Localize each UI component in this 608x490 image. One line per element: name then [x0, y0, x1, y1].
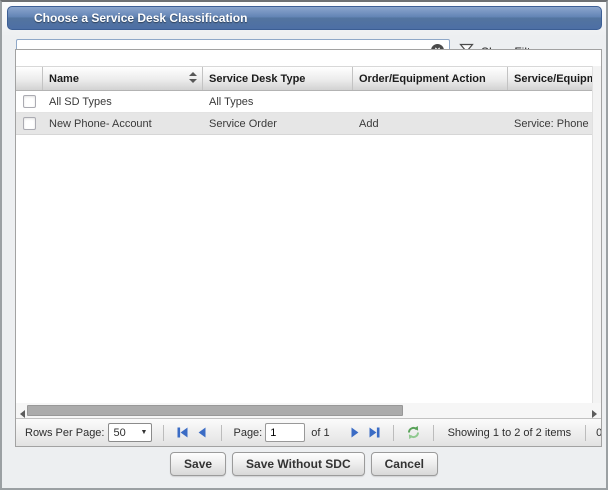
save-without-sdc-button[interactable]: Save Without SDC	[232, 452, 365, 476]
rows-per-page-value: 50	[113, 427, 125, 439]
page-number-input[interactable]	[265, 423, 305, 442]
header-name[interactable]: Name	[43, 67, 203, 90]
row-checkbox-cell	[16, 113, 43, 134]
chevron-down-icon: ▼	[141, 429, 148, 436]
showing-items-text: Showing 1 to 2 of 2 items	[448, 427, 572, 439]
table-row[interactable]: New Phone- Account Service Order Add Ser…	[16, 113, 601, 135]
cell-service-equipment: Service: Phone - Ph	[508, 113, 601, 134]
row-checkbox[interactable]	[23, 95, 36, 108]
cell-name: New Phone- Account	[43, 113, 203, 134]
page-count-label: of 1	[311, 427, 329, 439]
grid-header-row: Name Service Desk Type Order/Equipment A…	[16, 66, 601, 91]
dialog-footer: Save Save Without SDC Cancel	[2, 452, 606, 486]
table-row[interactable]: All SD Types All Types	[16, 91, 601, 113]
refresh-icon[interactable]	[406, 425, 421, 440]
header-checkbox-column	[16, 67, 43, 90]
cell-name: All SD Types	[43, 91, 203, 112]
sort-both-icon[interactable]	[189, 72, 197, 86]
page-label: Page:	[233, 427, 262, 439]
first-page-button[interactable]	[176, 426, 189, 439]
vertical-scrollbar-track[interactable]	[592, 66, 601, 434]
classification-grid: Name Service Desk Type Order/Equipment A…	[15, 49, 602, 447]
rows-per-page-label: Rows Per Page:	[25, 427, 104, 439]
service-desk-classification-dialog: Choose a Service Desk Classification ✕ S…	[0, 0, 608, 490]
dialog-titlebar: Choose a Service Desk Classification	[7, 6, 602, 30]
cell-order-equipment-action	[353, 91, 508, 112]
cell-service-desk-type: All Types	[203, 91, 353, 112]
previous-page-button[interactable]	[196, 426, 209, 439]
row-checkbox[interactable]	[23, 117, 36, 130]
row-checkbox-cell	[16, 91, 43, 112]
cell-service-equipment	[508, 91, 601, 112]
cell-order-equipment-action: Add	[353, 113, 508, 134]
next-page-button[interactable]	[348, 426, 361, 439]
header-service-desk-type[interactable]: Service Desk Type	[203, 67, 353, 90]
scroll-right-arrow-icon[interactable]	[589, 406, 599, 416]
cell-service-desk-type: Service Order	[203, 113, 353, 134]
pagination-bar: Rows Per Page: 50 ▼ Page: of 1	[16, 418, 601, 446]
header-order-equipment-action[interactable]: Order/Equipment Action	[353, 67, 508, 90]
horizontal-scrollbar	[16, 403, 601, 419]
last-page-button[interactable]	[368, 426, 381, 439]
items-selected-text: 0 items selected	[596, 427, 601, 439]
pager-divider	[393, 425, 394, 441]
dialog-title: Choose a Service Desk Classification	[34, 11, 247, 25]
pager-divider	[221, 425, 222, 441]
pager-divider	[163, 425, 164, 441]
save-button[interactable]: Save	[170, 452, 226, 476]
rows-per-page-select[interactable]: 50 ▼	[108, 423, 152, 442]
pager-divider	[585, 425, 586, 441]
header-name-label: Name	[49, 73, 79, 85]
header-service-equipment[interactable]: Service/Equipment	[508, 67, 601, 90]
cancel-button[interactable]: Cancel	[371, 452, 438, 476]
pager-divider	[433, 425, 434, 441]
horizontal-scrollbar-thumb[interactable]	[27, 405, 403, 416]
